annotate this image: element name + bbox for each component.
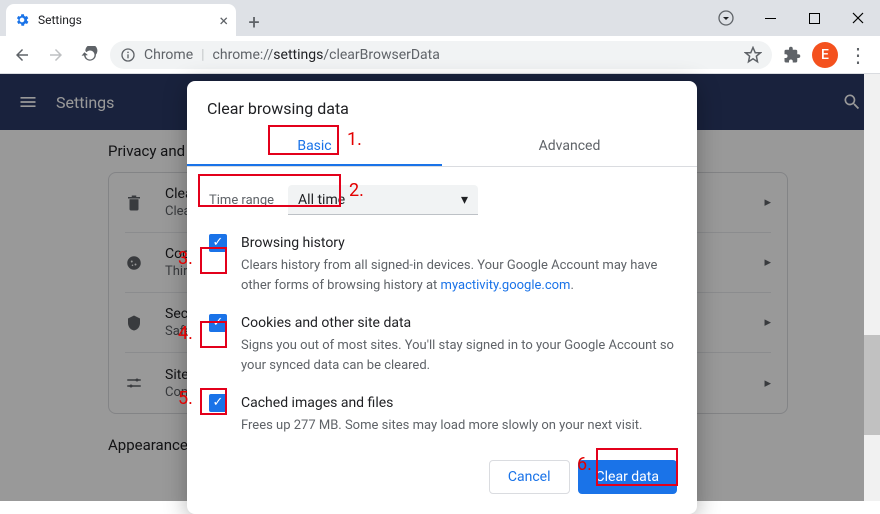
scrollbar-track[interactable]: [864, 74, 880, 501]
url-prefix: Chrome: [144, 47, 193, 63]
scrollbar-thumb[interactable]: [864, 335, 880, 435]
time-range-label: Time range: [209, 193, 274, 208]
time-range-row: Time range All time ▾: [209, 185, 675, 215]
minimize-button[interactable]: [748, 3, 792, 33]
dropdown-arrow-icon: ▾: [461, 192, 468, 208]
time-range-select[interactable]: All time ▾: [288, 185, 478, 215]
option-cookies: ✓ Cookies and other site data Signs you …: [209, 313, 675, 375]
reload-button[interactable]: [76, 41, 104, 69]
omnibox[interactable]: Chrome | chrome://settings/clearBrowserD…: [110, 41, 772, 69]
browser-tab[interactable]: Settings ×: [6, 4, 236, 36]
browser-tabstrip: Settings × +: [0, 0, 880, 36]
new-tab-button[interactable]: +: [240, 8, 268, 36]
close-tab-icon[interactable]: ×: [219, 11, 228, 30]
checkbox-cached[interactable]: ✓: [209, 394, 227, 412]
link-myactivity[interactable]: myactivity.google.com: [441, 278, 571, 293]
gear-icon: [14, 12, 30, 28]
maximize-button[interactable]: [792, 3, 836, 33]
dialog-title: Clear browsing data: [187, 81, 697, 128]
bookmark-star-icon[interactable]: [744, 46, 762, 64]
clear-data-button[interactable]: Clear data: [578, 460, 677, 494]
site-info-icon[interactable]: [120, 47, 136, 63]
browser-menu-button[interactable]: ⋮: [844, 41, 872, 69]
tab-basic[interactable]: Basic: [187, 128, 442, 166]
url-text: chrome://settings/clearBrowserData: [213, 47, 440, 63]
cancel-button[interactable]: Cancel: [489, 460, 570, 494]
extensions-icon[interactable]: [778, 41, 806, 69]
checkbox-cookies[interactable]: ✓: [209, 314, 227, 332]
dialog-tabs: Basic Advanced: [187, 128, 697, 167]
option-cached: ✓ Cached images and files Frees up 277 M…: [209, 393, 675, 436]
forward-button[interactable]: [42, 41, 70, 69]
account-indicator-icon[interactable]: [704, 3, 748, 33]
close-window-button[interactable]: [836, 3, 880, 33]
checkbox-browsing-history[interactable]: ✓: [209, 234, 227, 252]
option-browsing-history: ✓ Browsing history Clears history from a…: [209, 233, 675, 295]
tab-title: Settings: [38, 13, 82, 27]
window-controls: [704, 0, 880, 36]
address-bar: Chrome | chrome://settings/clearBrowserD…: [0, 36, 880, 74]
profile-avatar[interactable]: E: [812, 42, 838, 68]
tab-advanced[interactable]: Advanced: [442, 128, 697, 166]
clear-data-dialog: Clear browsing data Basic Advanced Time …: [187, 81, 697, 514]
back-button[interactable]: [8, 41, 36, 69]
